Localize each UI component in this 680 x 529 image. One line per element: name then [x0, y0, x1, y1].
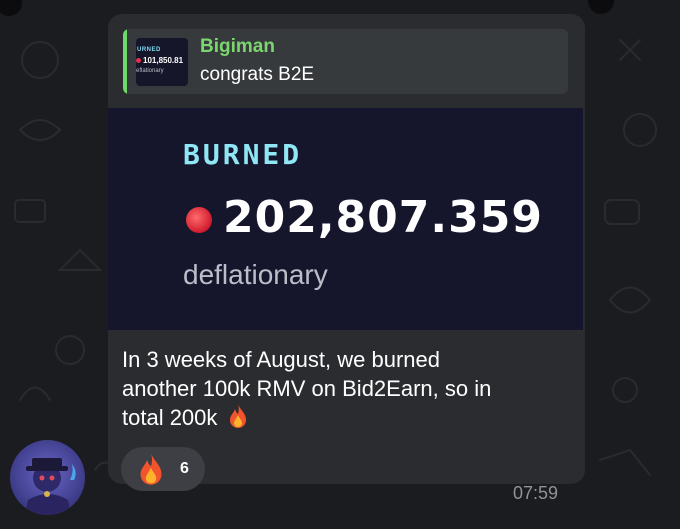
reply-accent-bar — [123, 29, 127, 94]
coin-icon — [186, 207, 212, 233]
message-text: In 3 weeks of August, we burned another … — [122, 345, 562, 432]
image-burned-label: BURNED — [183, 138, 303, 171]
reply-thumb-amount-text: 101,850.81 — [143, 56, 184, 65]
reply-thumbnail: URNED 101,850.81 eflationary — [136, 38, 188, 86]
image-sub-label: deflationary — [183, 259, 328, 290]
reply-thumb-amount: 101,850.81 — [136, 56, 183, 65]
reaction-fire[interactable]: 6 — [121, 447, 205, 491]
image-amount: 202,807.359 — [223, 192, 543, 243]
reply-sender-name[interactable]: Bigiman — [200, 36, 275, 58]
message-line-3-text: total 200k — [122, 405, 218, 430]
reply-text: congrats B2E — [200, 64, 315, 85]
message-line-3: total 200k — [122, 403, 562, 432]
reaction-count: 6 — [180, 460, 189, 477]
avatar-illustration — [24, 458, 76, 515]
message-image[interactable]: BURNED 202,807.359 deflationary — [108, 108, 583, 330]
reply-thumb-burned: URNED — [137, 47, 161, 53]
message-line-1: In 3 weeks of August, we burned — [122, 347, 440, 372]
avatar[interactable] — [10, 440, 85, 515]
coin-icon — [136, 58, 141, 64]
fire-icon — [140, 453, 162, 485]
reply-thumb-sub: eflationary — [136, 68, 164, 74]
message-time: 07:59 — [513, 483, 559, 503]
reply-preview[interactable]: URNED 101,850.81 eflationary Bigiman con… — [123, 29, 568, 94]
message-line-2: another 100k RMV on Bid2Earn, so in — [122, 376, 492, 401]
fire-icon — [229, 404, 246, 428]
